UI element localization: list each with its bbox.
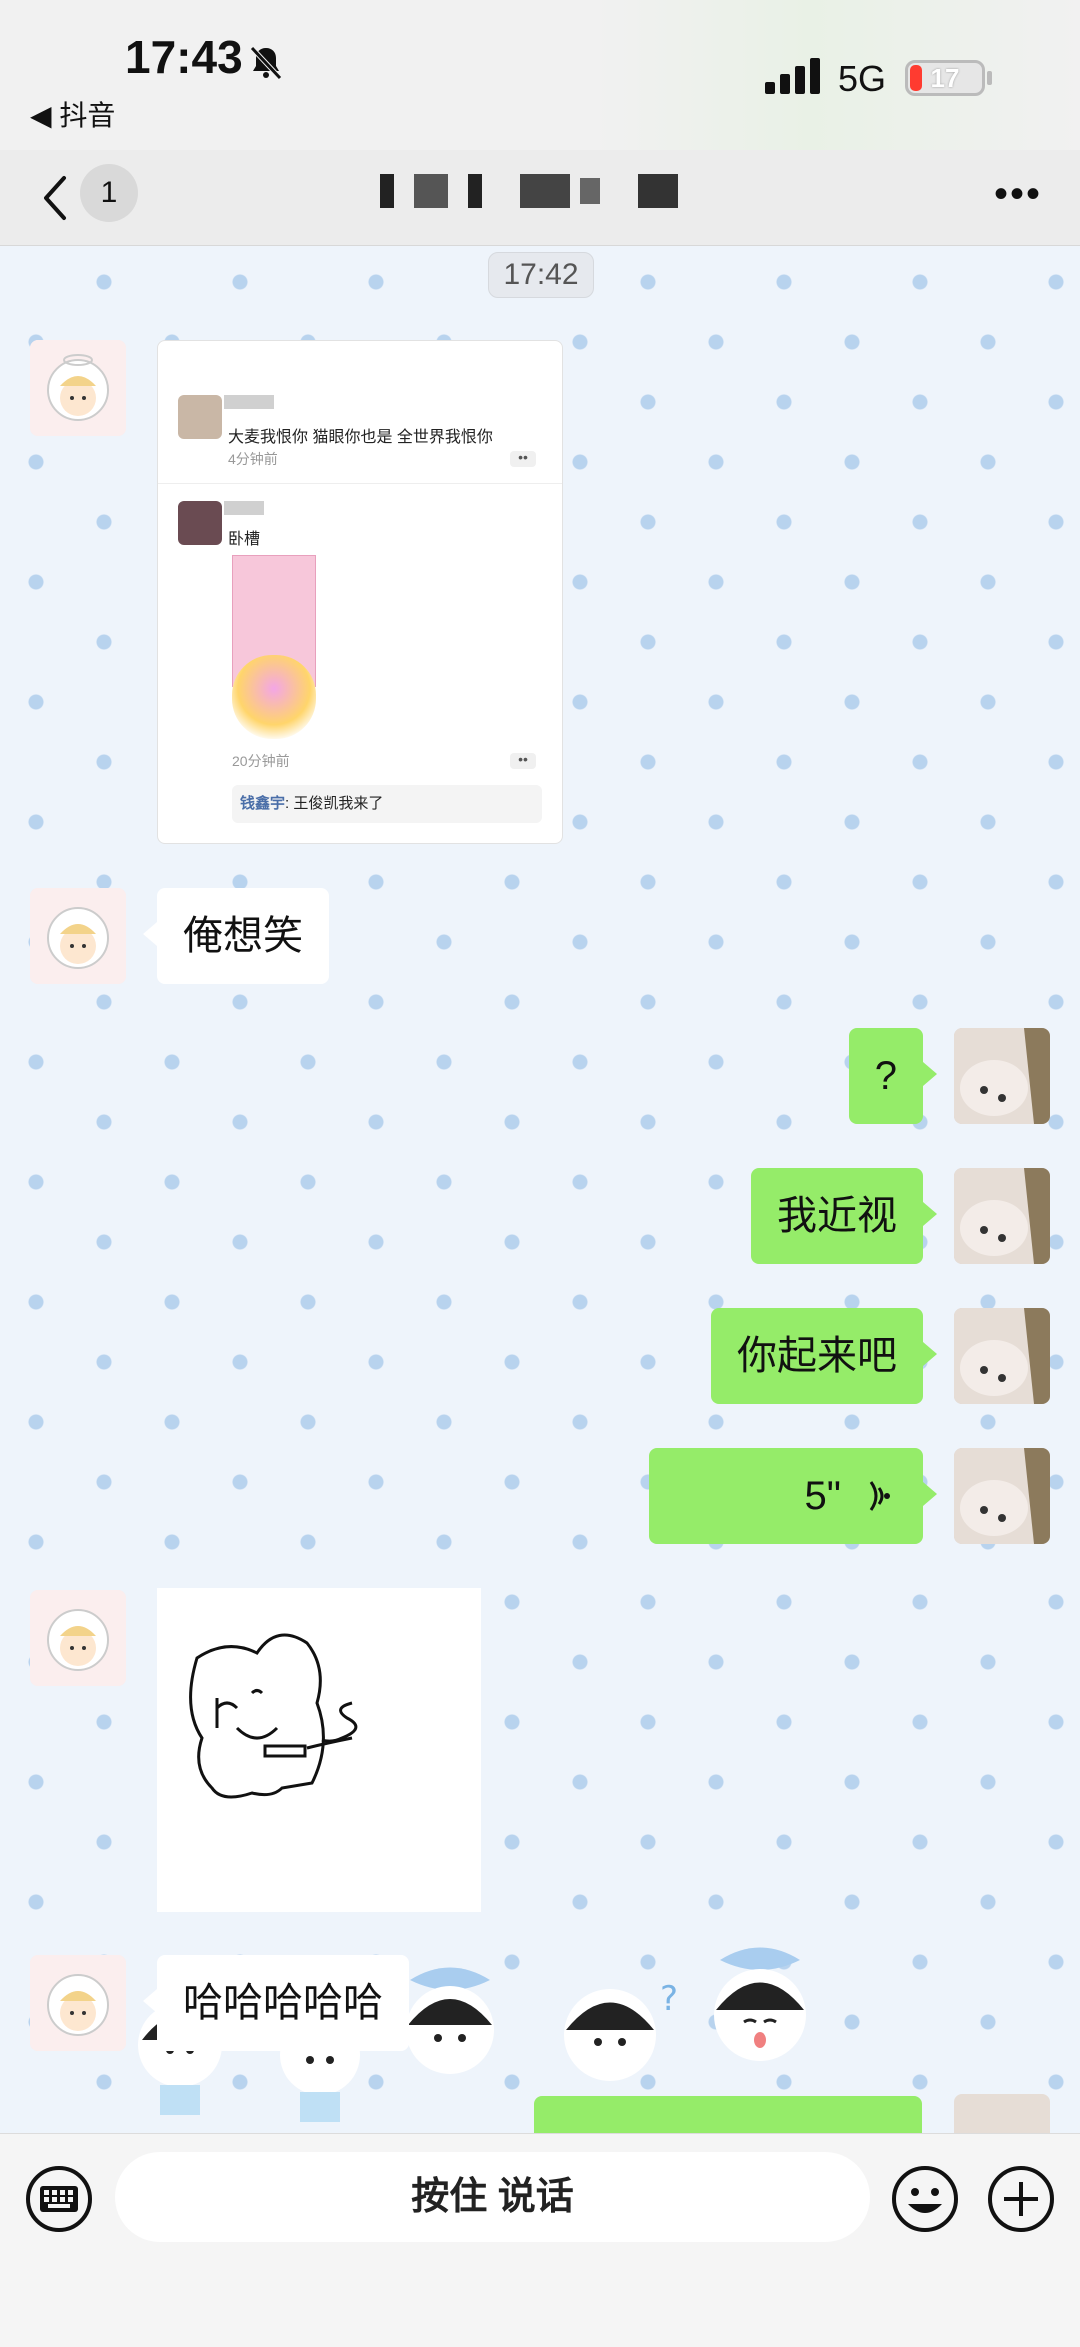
- status-bar: 17:43 ◀ 抖音 5G 17: [0, 0, 1080, 150]
- network-type: 5G: [838, 58, 887, 99]
- comment-more-icon[interactable]: ••: [510, 450, 536, 467]
- message-bubble[interactable]: 俺想笑: [143, 888, 329, 984]
- chat-title-redacted: [380, 168, 720, 218]
- battery-level: 17: [930, 63, 960, 93]
- my-avatar[interactable]: [954, 2094, 1050, 2133]
- reply-text: : 王俊凯我来了: [285, 795, 384, 812]
- my-avatar[interactable]: [954, 1028, 1050, 1124]
- contact-avatar[interactable]: [30, 1590, 126, 1686]
- contact-avatar[interactable]: [30, 340, 126, 436]
- comment-sticker-image: [232, 655, 316, 739]
- shared-comment-card[interactable]: 大麦我恨你 猫眼你也是 全世界我恨你 4分钟前 •• 卧槽 20分钟前 •• 钱…: [157, 340, 563, 844]
- status-time: 17:43: [125, 31, 243, 83]
- message-timestamp: 17:42: [488, 252, 594, 298]
- reply-preview: 钱鑫宇: 王俊凯我来了: [232, 785, 542, 823]
- keyboard-icon[interactable]: [24, 2164, 94, 2234]
- contact-avatar[interactable]: [30, 888, 126, 984]
- comment-more-icon[interactable]: ••: [510, 752, 536, 769]
- battery-indicator: 17: [905, 60, 985, 96]
- redacted-name: [224, 501, 264, 515]
- commenter-avatar: [178, 501, 222, 545]
- message-bubble[interactable]: ?: [848, 1028, 938, 1124]
- reply-author: 钱鑫宇: [240, 795, 286, 812]
- svg-text:?: ?: [660, 1979, 678, 2019]
- voice-wave-icon: [869, 1481, 890, 1511]
- plus-icon[interactable]: [986, 2164, 1056, 2234]
- comment-time: 20分钟前: [232, 753, 290, 769]
- message-bubble[interactable]: 你起来吧: [711, 1308, 937, 1404]
- message-bubble[interactable]: 我近视: [751, 1168, 937, 1264]
- commenter-avatar: [178, 395, 222, 439]
- comment-text: 大麦我恨你 猫眼你也是 全世界我恨你: [228, 429, 493, 446]
- message-bubble[interactable]: 哈哈哈哈哈: [143, 1955, 409, 2051]
- comment-text: 卧槽: [228, 531, 261, 548]
- comment-time: 4分钟前: [228, 451, 278, 467]
- emoji-icon[interactable]: [890, 2164, 960, 2234]
- bell-mute-icon: [250, 46, 282, 80]
- input-bar: 按住 说话: [0, 2133, 1080, 2347]
- back-to-app-link[interactable]: ◀ 抖音: [30, 94, 115, 134]
- voice-message-bubble[interactable]: 5": [649, 1448, 937, 1544]
- my-avatar[interactable]: [954, 1308, 1050, 1404]
- redacted-name: [224, 395, 274, 409]
- voice-message-bubble-partial[interactable]: [534, 2096, 922, 2133]
- signal-icon: [765, 58, 820, 94]
- contact-avatar[interactable]: [30, 1955, 126, 2051]
- voice-duration: 5": [804, 1474, 841, 1518]
- doodle-image-message[interactable]: [157, 1588, 481, 1912]
- more-icon[interactable]: •••: [994, 174, 1042, 214]
- hold-to-talk-button[interactable]: 按住 说话: [115, 2152, 870, 2242]
- back-icon[interactable]: [36, 172, 76, 224]
- my-avatar[interactable]: [954, 1448, 1050, 1544]
- unread-count-badge[interactable]: 1: [80, 164, 138, 222]
- my-avatar[interactable]: [954, 1168, 1050, 1264]
